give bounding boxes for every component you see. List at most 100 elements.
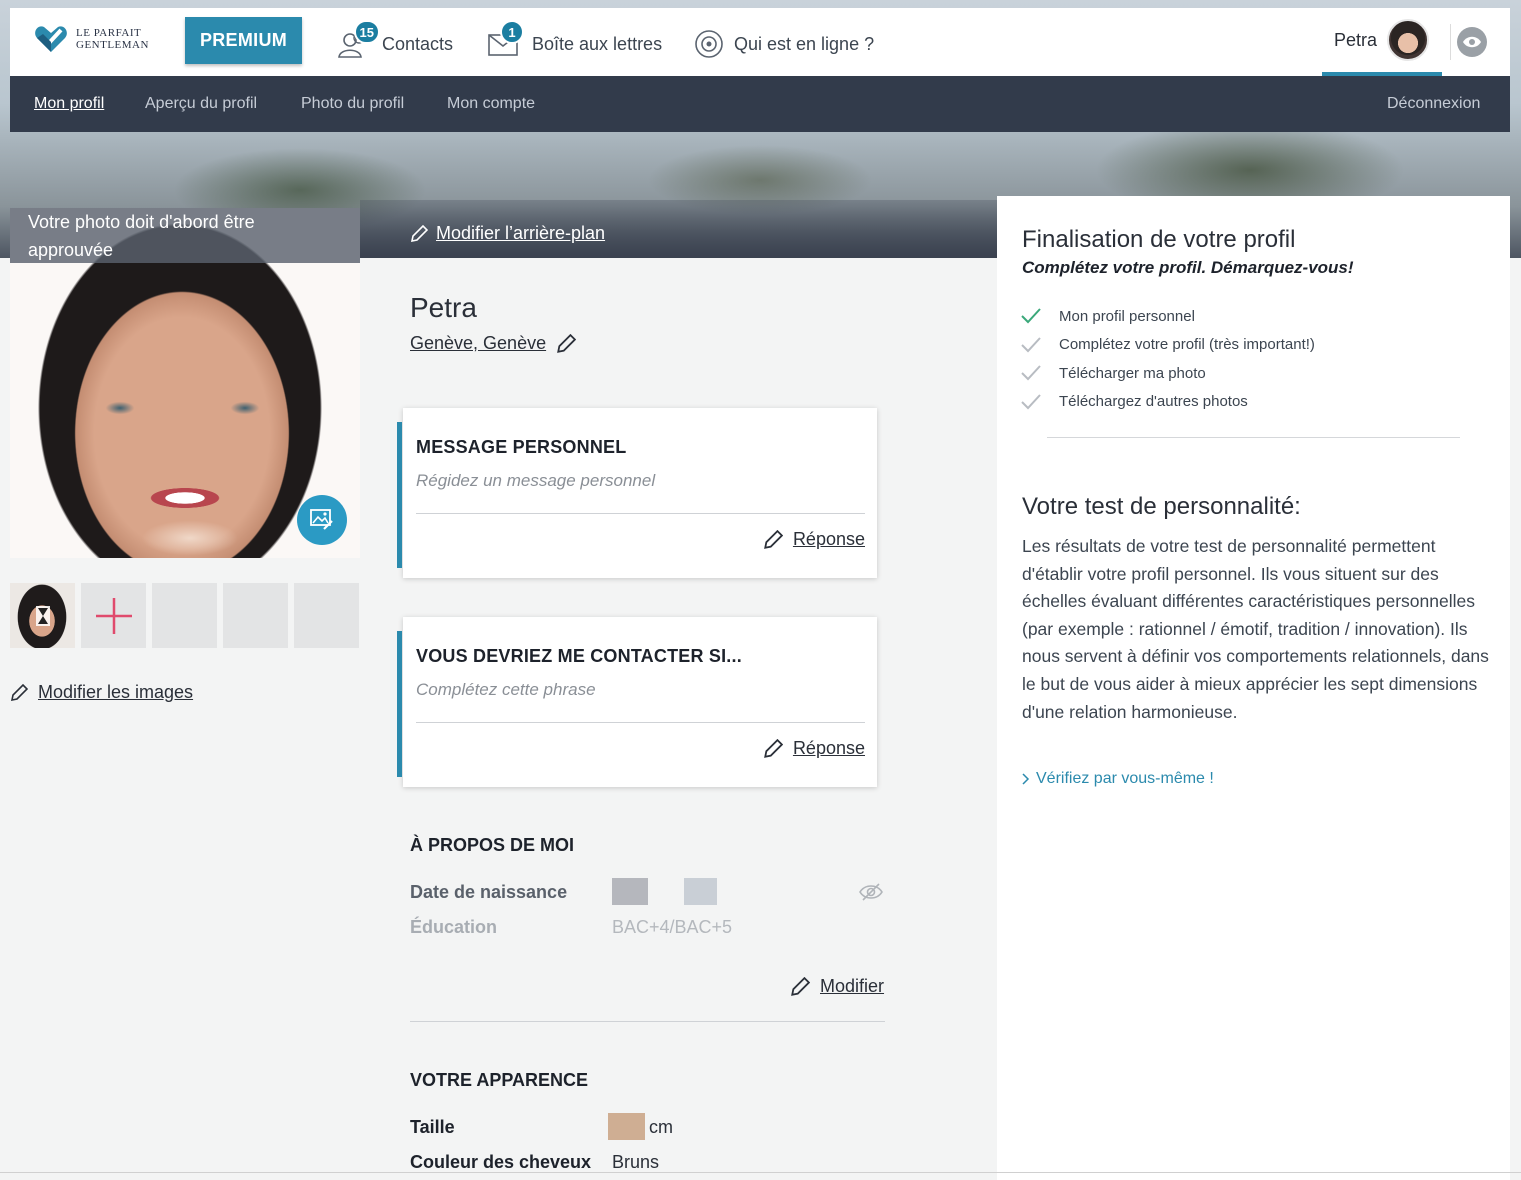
check-icon <box>1021 308 1041 324</box>
thumbnail-empty <box>223 583 288 648</box>
contacts-badge: 15 <box>353 20 380 44</box>
contacts-icon: 15 <box>338 20 380 58</box>
edit-about-button[interactable]: Modifier <box>790 976 884 997</box>
personality-link-label: Vérifiez par vous-même ! <box>1036 770 1214 787</box>
hourglass-icon <box>35 605 50 626</box>
section-divider <box>410 1021 885 1022</box>
profile-photo: Votre photo doit d'abord être approuvée <box>10 208 360 558</box>
reply-label: Réponse <box>792 529 865 549</box>
completion-subtitle: Complétez votre profil. Démarquez-vous! <box>1022 258 1354 277</box>
nav-contacts-label: Contacts <box>382 33 454 54</box>
plus-icon <box>95 597 132 634</box>
tab-profile-preview[interactable]: Aperçu du profil <box>145 95 257 113</box>
reply-label: Réponse <box>792 738 865 758</box>
completion-item-label: Télécharger ma photo <box>1059 364 1206 382</box>
hair-color-value: Bruns <box>612 1152 660 1172</box>
pencil-icon <box>764 738 783 758</box>
personality-test-link[interactable]: Vérifiez par vous-même ! <box>1022 770 1214 788</box>
pencil-icon <box>10 683 28 701</box>
site-logo[interactable]: LE PARFAIT GENTLEMAN <box>34 24 149 54</box>
appearance-title: VOTRE APPARENCE <box>410 1070 589 1090</box>
nav-mailbox-label: Boîte aux lettres <box>532 33 663 54</box>
user-menu[interactable]: Petra <box>1322 8 1442 76</box>
tab-profile-photo[interactable]: Photo du profil <box>301 95 404 113</box>
about-me-title: À PROPOS DE MOI <box>410 835 575 855</box>
hair-color-label: Couleur des cheveux <box>410 1152 592 1172</box>
panel-divider <box>1047 437 1460 438</box>
photo-thumbnails <box>10 583 359 648</box>
tab-my-profile[interactable]: Mon profil <box>34 95 104 113</box>
radar-icon <box>694 30 724 58</box>
envelope-icon: 1 <box>488 20 524 58</box>
reply-button[interactable]: Réponse <box>763 529 865 550</box>
tab-my-account[interactable]: Mon compte <box>447 95 535 113</box>
eye-icon[interactable] <box>1457 27 1487 57</box>
education-label: Éducation <box>410 917 498 937</box>
logout-link[interactable]: Déconnexion <box>1387 95 1480 113</box>
completion-item-label: Complétez votre profil (très important!) <box>1059 336 1315 354</box>
chevron-right-icon <box>1022 773 1030 785</box>
list-item[interactable]: Mon profil personnel <box>1021 302 1315 331</box>
personality-title: Votre test de personnalité: <box>1022 493 1301 520</box>
mailbox-badge: 1 <box>500 20 524 44</box>
thumbnail-pending[interactable] <box>10 583 75 648</box>
pencil-icon <box>791 976 810 996</box>
edit-label: Modifier <box>820 976 885 996</box>
pencil-icon <box>557 333 577 353</box>
card-placeholder: Complétez cette phrase <box>416 680 596 699</box>
personal-message-card: MESSAGE PERSONNEL Régidez un message per… <box>397 408 877 578</box>
profile-completion-panel: Finalisation de votre profil Complétez v… <box>997 196 1510 1180</box>
profile-subnav: Mon profil Aperçu du profil Photo du pro… <box>10 76 1510 132</box>
premium-button[interactable]: PREMIUM <box>185 17 302 64</box>
completion-list: Mon profil personnel Complétez votre pro… <box>1021 302 1315 416</box>
edit-background-link[interactable]: Modifier l’arrière-plan <box>410 223 605 244</box>
list-item[interactable]: Complétez votre profil (très important!) <box>1021 331 1315 360</box>
check-icon <box>1021 394 1041 410</box>
check-icon <box>1021 337 1041 353</box>
nav-contacts[interactable]: 15 Contacts <box>338 20 454 58</box>
location-text: Genève, Genève <box>410 333 547 353</box>
nav-mailbox[interactable]: 1 Boîte aux lettres <box>488 20 663 58</box>
photo-edit-button[interactable] <box>297 495 347 545</box>
list-item[interactable]: Télécharger ma photo <box>1021 359 1315 388</box>
photo-approval-banner: Votre photo doit d'abord être approuvée <box>10 208 360 263</box>
contact-if-card: VOUS DEVRIEZ ME CONTACTER SI... Compléte… <box>397 617 877 787</box>
profile-name: Petra <box>410 292 477 323</box>
card-divider <box>416 513 865 514</box>
thumbnail-empty <box>152 583 217 648</box>
heart-logo-icon <box>34 24 68 54</box>
logo-line-2: GENTLEMAN <box>76 39 149 51</box>
edit-background-label: Modifier l’arrière-plan <box>436 223 606 243</box>
card-placeholder: Régidez un message personnel <box>416 471 656 490</box>
user-name: Petra <box>1334 29 1378 50</box>
divider <box>1450 24 1451 60</box>
avatar <box>1387 19 1430 61</box>
pencil-icon <box>410 224 428 242</box>
card-divider <box>416 722 865 723</box>
nav-online-label: Qui est en ligne ? <box>734 33 875 54</box>
height-unit: cm <box>649 1117 673 1137</box>
birth-date-label: Date de naissance <box>410 882 568 902</box>
edit-images-link[interactable]: Modifier les images <box>10 682 193 703</box>
nav-online[interactable]: Qui est en ligne ? <box>694 30 874 58</box>
height-label: Taille <box>410 1117 455 1137</box>
hidden-value <box>684 878 717 905</box>
logo-text: LE PARFAIT GENTLEMAN <box>76 27 149 51</box>
check-icon <box>1021 365 1041 381</box>
completion-item-label: Téléchargez d'autres photos <box>1059 393 1248 411</box>
personality-text: Les résultats de votre test de personnal… <box>1022 536 1489 722</box>
thumbnail-empty <box>294 583 359 648</box>
edit-images-label: Modifier les images <box>38 682 194 702</box>
list-item[interactable]: Téléchargez d'autres photos <box>1021 388 1315 417</box>
hidden-value <box>608 1113 645 1140</box>
profile-location[interactable]: Genève, Genève <box>410 333 577 354</box>
pencil-icon <box>764 529 783 549</box>
add-photo-button[interactable] <box>81 583 146 648</box>
hidden-value <box>612 878 648 905</box>
image-edit-icon <box>310 509 333 530</box>
reply-button[interactable]: Réponse <box>763 738 865 759</box>
eye-slash-icon[interactable] <box>858 882 884 907</box>
completion-title: Finalisation de votre profil <box>1022 226 1296 253</box>
logo-line-1: LE PARFAIT <box>76 27 142 39</box>
education-value: BAC+4/BAC+5 <box>612 917 733 937</box>
